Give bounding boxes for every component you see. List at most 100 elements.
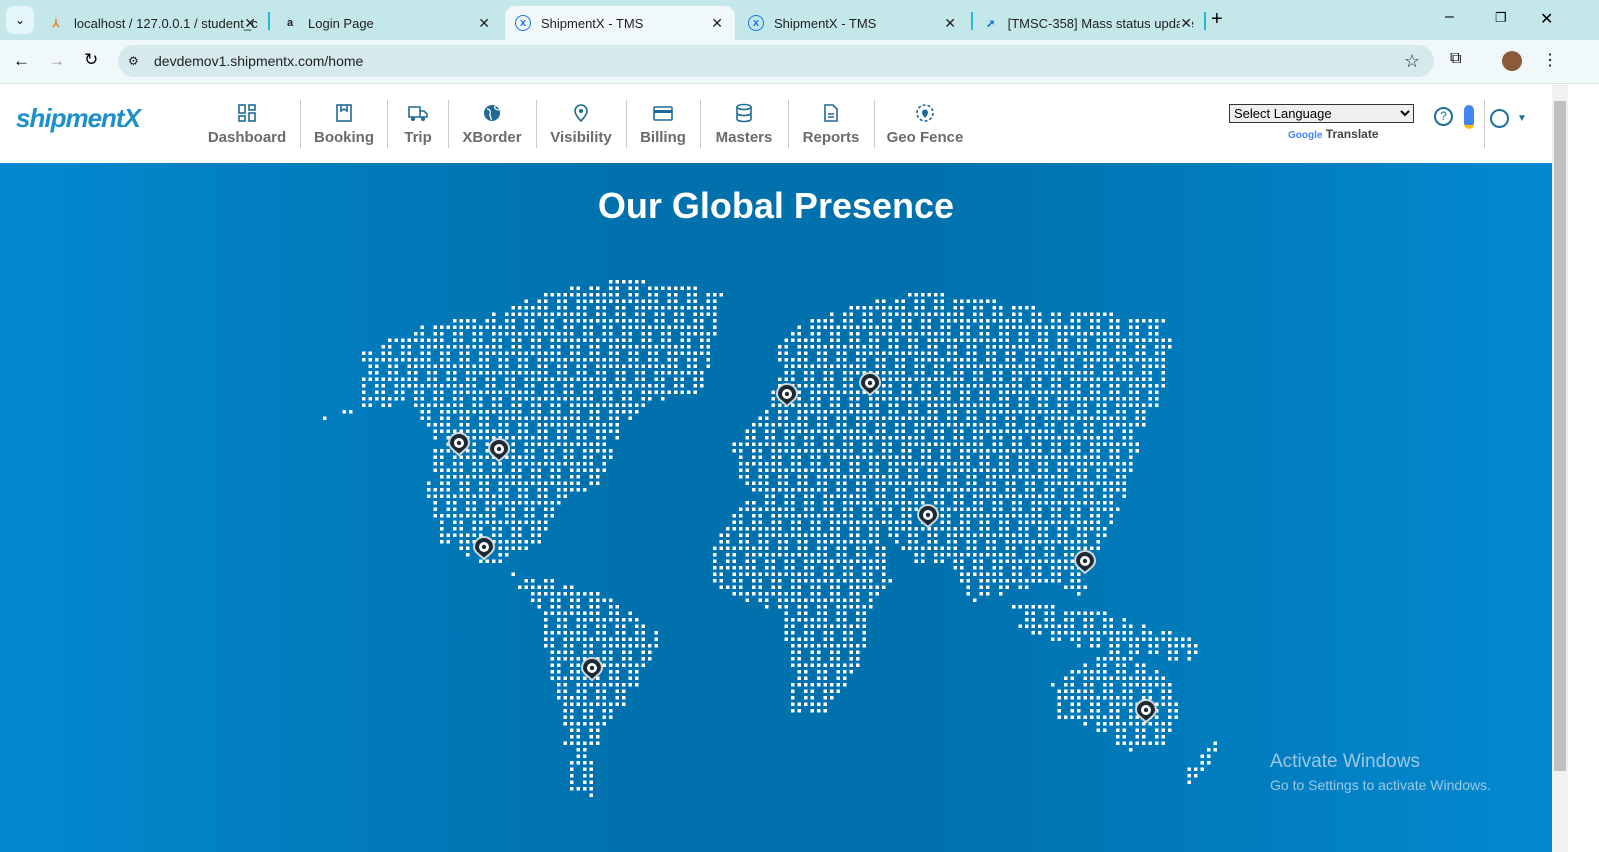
shipmentx-logo[interactable]: shipmentX xyxy=(16,103,141,134)
map-dot xyxy=(407,358,411,362)
location-marker-icon[interactable] xyxy=(775,383,799,408)
browser-tab[interactable]: x ShipmentX - TMS ✕ xyxy=(738,6,968,40)
map-dot xyxy=(882,384,886,388)
map-dot xyxy=(635,384,639,388)
map-dot xyxy=(375,377,379,381)
map-dot xyxy=(940,520,944,524)
new-tab-button[interactable]: + xyxy=(1211,8,1223,31)
map-dot xyxy=(1148,683,1152,687)
map-dot xyxy=(1051,371,1055,375)
map-dot xyxy=(797,546,801,550)
minimize-button[interactable]: – xyxy=(1445,8,1454,26)
reload-button[interactable]: ↻ xyxy=(84,50,98,70)
back-button[interactable]: ← xyxy=(13,51,30,71)
map-dot xyxy=(1025,397,1029,401)
profile-avatar[interactable] xyxy=(1502,51,1522,71)
map-dot xyxy=(615,624,619,628)
map-dot xyxy=(427,371,431,375)
map-dot xyxy=(570,774,574,778)
map-dot xyxy=(1122,436,1126,440)
map-dot xyxy=(901,390,905,394)
map-dot xyxy=(1070,709,1074,713)
close-tab-icon[interactable]: ✕ xyxy=(711,15,723,32)
map-dot xyxy=(615,293,619,297)
map-dot xyxy=(804,410,808,414)
extensions-icon[interactable]: ⧉ xyxy=(1450,50,1461,68)
map-dot xyxy=(830,371,834,375)
map-dot xyxy=(1025,481,1029,485)
map-dot xyxy=(1057,325,1061,329)
map-dot xyxy=(973,319,977,323)
map-dot xyxy=(765,423,769,427)
map-dot xyxy=(810,501,814,505)
map-dot xyxy=(901,514,905,518)
map-dot xyxy=(570,449,574,453)
bookmark-star-icon[interactable]: ☆ xyxy=(1404,45,1420,77)
browser-tab-active[interactable]: x ShipmentX - TMS ✕ xyxy=(505,6,735,40)
map-dot xyxy=(940,319,944,323)
map-dot xyxy=(1070,611,1074,615)
map-dot xyxy=(1122,657,1126,661)
map-dot xyxy=(953,501,957,505)
map-dot xyxy=(544,520,548,524)
chevron-down-icon[interactable]: ▼ xyxy=(1517,113,1527,124)
language-select[interactable]: Select Language xyxy=(1229,104,1414,123)
map-dot xyxy=(440,358,444,362)
map-dot xyxy=(1168,683,1172,687)
tab-search-button[interactable]: ⌄ xyxy=(6,6,34,34)
map-dot xyxy=(1031,358,1035,362)
nav-xborder[interactable]: XBorder xyxy=(442,85,542,163)
nav-masters[interactable]: Masters xyxy=(694,85,794,163)
close-tab-icon[interactable]: ✕ xyxy=(478,15,490,32)
map-dot xyxy=(1129,364,1133,368)
map-dot xyxy=(596,735,600,739)
close-tab-icon[interactable]: ✕ xyxy=(1180,14,1192,32)
map-dot xyxy=(641,306,645,310)
site-info-icon[interactable]: ⚙ xyxy=(128,45,139,77)
map-dot xyxy=(927,481,931,485)
map-dot xyxy=(1070,670,1074,674)
browser-tab[interactable]: ➚ [TMSC-358] Mass status update ✕ xyxy=(974,6,1204,40)
map-dot xyxy=(1129,325,1133,329)
restore-button[interactable]: ❐ xyxy=(1495,10,1507,26)
browser-menu-icon[interactable]: ⋮ xyxy=(1542,50,1558,70)
map-dot xyxy=(888,442,892,446)
map-dot xyxy=(570,657,574,661)
user-profile-icon[interactable] xyxy=(1490,109,1509,128)
map-dot xyxy=(771,585,775,589)
browser-tab[interactable]: a Login Page ✕ xyxy=(272,6,502,40)
map-dot xyxy=(895,436,899,440)
close-tab-icon[interactable]: ✕ xyxy=(944,15,956,32)
map-dot xyxy=(440,429,444,433)
nav-reports[interactable]: Reports xyxy=(781,85,881,163)
map-dot xyxy=(817,527,821,531)
map-dot xyxy=(570,663,574,667)
url-input[interactable]: ⚙ devdemov1.shipmentx.com/home ☆ xyxy=(118,45,1434,77)
map-dot xyxy=(901,364,905,368)
map-dot xyxy=(557,436,561,440)
help-icon[interactable]: ? xyxy=(1434,107,1453,126)
map-dot xyxy=(817,403,821,407)
map-dot xyxy=(713,572,717,576)
map-dot xyxy=(550,455,554,459)
nav-geo-fence[interactable]: Geo Fence xyxy=(875,85,975,163)
location-marker-icon[interactable] xyxy=(1073,550,1097,575)
map-dot xyxy=(615,345,619,349)
close-window-button[interactable]: ✕ xyxy=(1540,9,1553,29)
map-dot xyxy=(817,533,821,537)
close-tab-icon[interactable]: ✕ xyxy=(244,15,256,32)
microphone-icon[interactable] xyxy=(1464,105,1474,129)
scrollbar-thumb[interactable] xyxy=(1554,101,1566,771)
map-dot xyxy=(1077,611,1081,615)
map-dot xyxy=(544,429,548,433)
map-dot xyxy=(1070,364,1074,368)
nav-dashboard[interactable]: Dashboard xyxy=(197,85,297,163)
map-dot xyxy=(797,650,801,654)
map-dot xyxy=(999,429,1003,433)
page-scrollbar[interactable] xyxy=(1552,85,1568,852)
location-marker-icon[interactable] xyxy=(472,536,496,561)
map-dot xyxy=(550,598,554,602)
browser-tab[interactable]: ⅄ localhost / 127.0.0.1 / student_c ✕ xyxy=(38,6,268,40)
forward-button[interactable]: → xyxy=(48,51,65,71)
map-dot xyxy=(511,436,515,440)
